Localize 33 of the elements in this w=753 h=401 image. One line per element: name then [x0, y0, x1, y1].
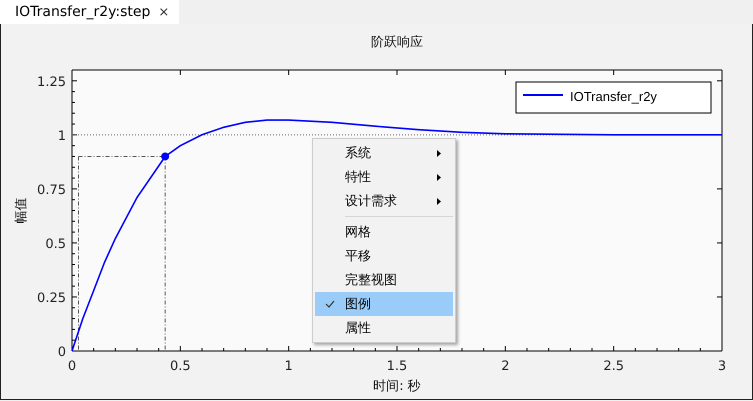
- y-tick-label: 0: [58, 345, 66, 360]
- chart-title: 阶跃响应: [371, 35, 423, 50]
- legend: IOTransfer_r2y: [516, 82, 712, 114]
- x-tick-label: 2.5: [603, 359, 624, 374]
- x-tick-label: 1.5: [386, 359, 408, 374]
- legend-label: IOTransfer_r2y: [570, 89, 658, 104]
- y-tick-label: 0.75: [37, 182, 66, 198]
- y-tick-label: 1: [58, 128, 66, 144]
- y-axis-label: 幅值: [14, 198, 29, 224]
- menu-item[interactable]: 图例: [315, 292, 453, 316]
- menu-item[interactable]: 特性: [315, 165, 453, 189]
- check-icon: [325, 300, 335, 308]
- menu-item[interactable]: 系统: [315, 141, 453, 165]
- submenu-arrow-icon: [437, 198, 441, 204]
- x-tick-label: 3: [718, 359, 726, 374]
- y-tick-label: 1.25: [37, 74, 66, 90]
- x-axis-label: 时间: 秒: [373, 379, 421, 394]
- menu-item[interactable]: 属性: [315, 316, 453, 340]
- x-tick-label: 2: [501, 359, 510, 374]
- menu-item[interactable]: 网格: [315, 220, 453, 244]
- menu-item[interactable]: 设计需求: [315, 189, 453, 213]
- document-tab[interactable]: IOTransfer_r2y:step ×: [0, 0, 180, 24]
- x-tick-label: 1: [284, 359, 293, 374]
- x-tick-label: 0: [68, 359, 76, 374]
- y-tick-label: 0.25: [37, 290, 66, 306]
- data-point-marker: [161, 152, 170, 160]
- y-tick-label: 0.5: [45, 236, 66, 252]
- x-tick-label: 0.5: [170, 359, 191, 374]
- menu-item[interactable]: 平移: [315, 244, 453, 268]
- submenu-arrow-icon: [437, 174, 441, 180]
- close-icon[interactable]: ×: [158, 4, 170, 20]
- menu-item[interactable]: 完整视图: [315, 268, 453, 292]
- submenu-arrow-icon: [437, 150, 441, 156]
